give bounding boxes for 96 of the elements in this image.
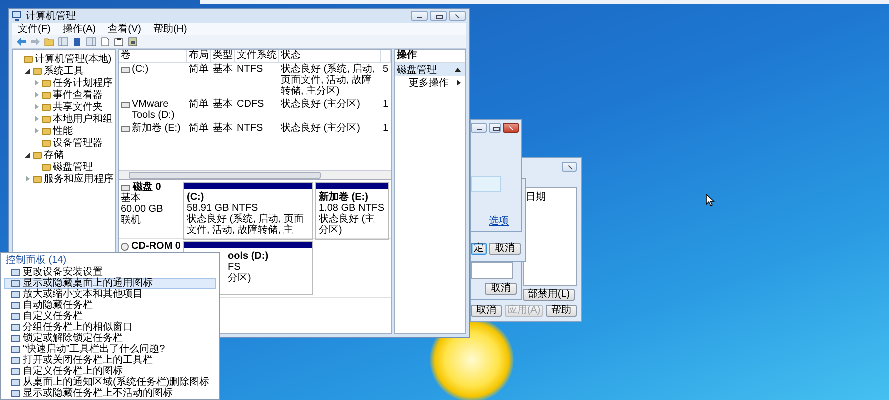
table-cell: CDFS bbox=[237, 99, 264, 110]
menu-item[interactable]: 查看(V) bbox=[108, 22, 142, 36]
result-item[interactable]: 自定义任务栏 bbox=[4, 311, 216, 322]
partition-name: (C:) bbox=[187, 192, 206, 203]
partition-size: 58.91 GB NTFS bbox=[187, 203, 259, 214]
maximize-button[interactable] bbox=[489, 123, 501, 133]
dialog-button[interactable]: 取消 bbox=[489, 243, 521, 255]
back-arrow-icon[interactable] bbox=[16, 36, 27, 46]
menu-item[interactable]: 操作(A) bbox=[62, 22, 96, 36]
drive-icon bbox=[121, 67, 130, 73]
table-cell: NTFS bbox=[237, 123, 264, 134]
table-cell: 状态良好 (主分区) bbox=[281, 99, 360, 110]
tree-item[interactable]: 服务和应用程序 bbox=[44, 172, 114, 186]
table-cell: 基本 bbox=[213, 123, 233, 134]
column-header[interactable]: 卷 bbox=[119, 50, 187, 63]
disk-detail: 基本 bbox=[121, 193, 142, 204]
table-cell: 简单 bbox=[189, 64, 209, 75]
drive-icon bbox=[121, 184, 130, 190]
menu-item[interactable]: 文件(F) bbox=[18, 22, 51, 36]
partition-status: 分区) bbox=[228, 273, 252, 284]
table-cell: NTFS bbox=[237, 64, 264, 75]
actions-section[interactable]: 磁盘管理 bbox=[395, 63, 465, 76]
menu-item[interactable]: 帮助(H) bbox=[153, 22, 188, 36]
drive-icon bbox=[121, 102, 130, 108]
action-item[interactable]: 更多操作 bbox=[395, 76, 465, 89]
result-item[interactable]: “快速启动”工具栏出了什么问题? bbox=[4, 344, 216, 355]
results-heading: 控制面板 (14) bbox=[5, 254, 68, 266]
disc-icon bbox=[121, 242, 129, 250]
tree-item[interactable]: 事件查看器 bbox=[53, 88, 103, 102]
options-link[interactable]: 选项 bbox=[489, 216, 509, 227]
result-item[interactable]: 打开或关闭任务栏上的工具栏 bbox=[4, 355, 216, 366]
partition-name: 新加卷 (E:) bbox=[319, 192, 370, 203]
column-header[interactable]: 状态 bbox=[279, 50, 381, 63]
disable-button[interactable]: 部禁用(L) bbox=[523, 289, 575, 301]
tree-item[interactable]: 磁盘管理 bbox=[53, 160, 93, 174]
minimize-button[interactable] bbox=[471, 123, 487, 133]
table-cell: 5 bbox=[383, 64, 389, 75]
table-cell: 状态良好 (系统, 启动, 页面文件, 活动, 故障转储, 主分区) bbox=[281, 64, 376, 97]
column-header[interactable]: 布局 bbox=[187, 50, 211, 63]
minimize-button[interactable] bbox=[411, 11, 428, 21]
disk-detail: 联机 bbox=[121, 215, 142, 226]
result-item[interactable]: 锁定或解除锁定任务栏 bbox=[4, 333, 216, 344]
partition-status: 状态良好 (主分区) bbox=[319, 214, 376, 236]
tree-item[interactable]: 计算机管理(本地) bbox=[35, 52, 112, 66]
partition-size: FS bbox=[228, 262, 242, 273]
tree-item[interactable]: 任务计划程序 bbox=[53, 76, 113, 90]
cursor-icon bbox=[706, 194, 715, 207]
tree-item[interactable]: 系统工具 bbox=[44, 64, 84, 78]
table-cell: (C:) bbox=[132, 64, 149, 75]
input-field[interactable] bbox=[471, 176, 501, 192]
table-cell: 基本 bbox=[213, 99, 233, 110]
tree-item[interactable]: 本地用户和组 bbox=[53, 112, 113, 126]
dialog-button[interactable]: 取消 bbox=[471, 305, 502, 317]
cancel-button[interactable]: 取消 bbox=[485, 283, 517, 295]
result-item[interactable]: 显示或隐藏桌面上的通用图标 bbox=[4, 278, 216, 289]
partition-block[interactable]: ools (D:) FS 分区) bbox=[183, 241, 313, 295]
result-item[interactable]: 从桌面上的通知区域(系统任务栏)删除图标 bbox=[4, 377, 216, 388]
table-cell: 1 bbox=[383, 99, 389, 110]
table-cell: 简单 bbox=[189, 123, 209, 134]
result-item[interactable]: 自动隐藏任务栏 bbox=[4, 300, 216, 311]
column-header[interactable]: 类型 bbox=[211, 50, 235, 63]
window-title: 计算机管理 bbox=[26, 10, 76, 23]
partition-block[interactable]: (C:) 58.91 GB NTFS 状态良好 (系统, 启动, 页面文件, 活动, 故障转储, 主 bbox=[183, 182, 313, 240]
dialog-button[interactable]: 帮助 bbox=[546, 305, 578, 317]
partition-block[interactable]: 新加卷 (E:) 1.08 GB NTFS 状态良好 (主分区) bbox=[315, 182, 389, 240]
properties-icon[interactable] bbox=[114, 36, 125, 46]
tree-item[interactable]: 性能 bbox=[53, 124, 73, 138]
table-cell: 简单 bbox=[189, 99, 209, 110]
horizontal-scrollbar[interactable] bbox=[119, 170, 391, 179]
tree-item[interactable]: 存储 bbox=[44, 148, 64, 162]
tree-item[interactable]: 设备管理器 bbox=[53, 136, 103, 150]
table-cell: 状态良好 (主分区) bbox=[281, 123, 360, 134]
result-item[interactable]: 分组任务栏上的相似窗口 bbox=[4, 322, 216, 333]
table-cell: 新加卷 (E:) bbox=[132, 123, 181, 134]
partition-status: 状态良好 (系统, 启动, 页面文件, 活动, 故障转储, 主 bbox=[187, 214, 306, 236]
forward-arrow-icon[interactable] bbox=[30, 36, 41, 46]
partition-size: 1.08 GB NTFS bbox=[319, 203, 385, 214]
result-item[interactable]: 显示或隐藏任务栏上不活动的图标 bbox=[4, 388, 216, 399]
list-box[interactable]: 日期 bbox=[523, 187, 577, 286]
table-cell: 1 bbox=[383, 123, 389, 134]
computer-icon bbox=[12, 11, 22, 21]
disk-detail: 60.00 GB bbox=[121, 204, 164, 215]
collapse-arrow-icon[interactable] bbox=[455, 68, 461, 72]
submenu-arrow-icon bbox=[457, 80, 461, 86]
table-cell-text: VMware Tools (D:) bbox=[132, 99, 176, 121]
disk-name: CD-ROM 0 bbox=[132, 241, 181, 252]
disk-name: 磁盘 0 bbox=[133, 182, 162, 193]
drive-icon bbox=[121, 126, 130, 132]
dialog-button[interactable]: 定 bbox=[471, 243, 487, 255]
result-item[interactable]: 自定义任务栏上的图标 bbox=[4, 366, 216, 377]
table-cell: 基本 bbox=[213, 64, 233, 75]
tree-item[interactable]: 共享文件夹 bbox=[53, 100, 103, 114]
maximize-button[interactable] bbox=[430, 11, 447, 21]
list-box[interactable] bbox=[471, 262, 513, 279]
column-header: 日期 bbox=[526, 192, 546, 204]
partition-name: ools (D:) bbox=[228, 251, 270, 262]
